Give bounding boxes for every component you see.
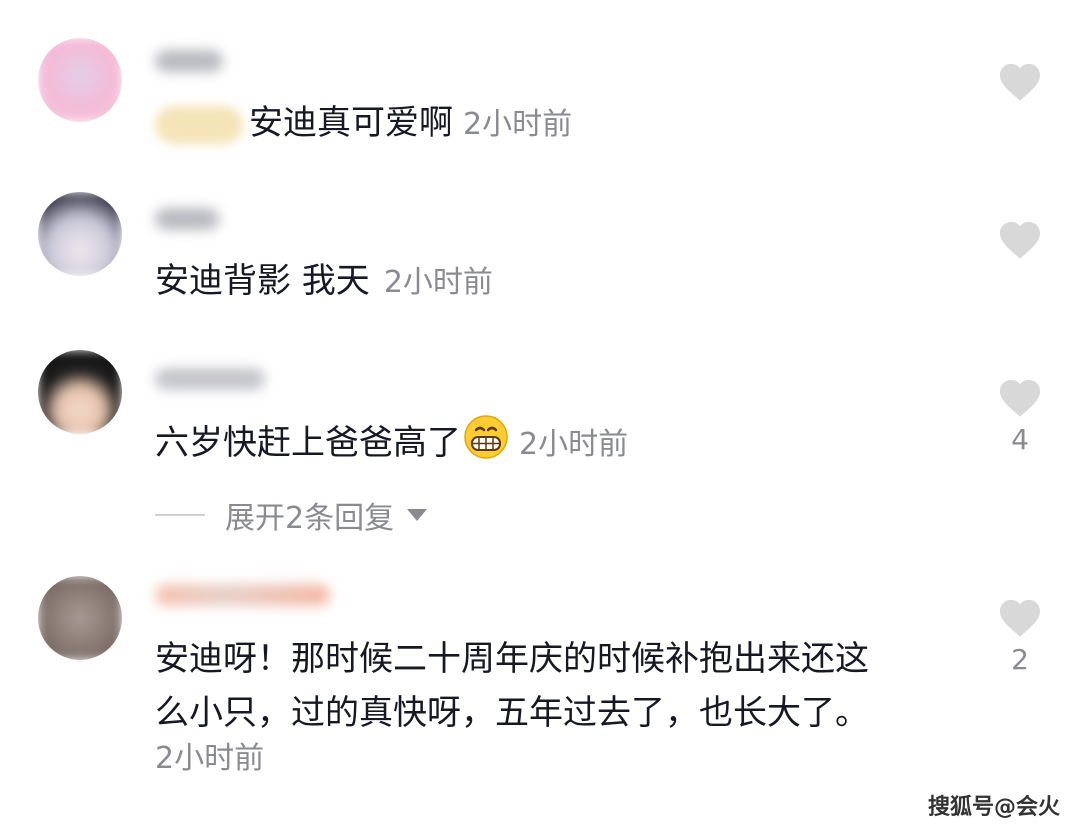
like-button[interactable]: 4: [995, 376, 1045, 456]
comment-time: 2小时前: [155, 741, 265, 776]
comment-text: 安迪背影 我天 2小时前: [155, 261, 493, 301]
like-count: 4: [1011, 423, 1029, 456]
comment-text: 安迪真可爱啊 2小时前: [155, 98, 572, 150]
username-blurred[interactable]: [155, 368, 265, 390]
expand-replies-label: 展开2条回复: [225, 501, 395, 536]
caret-down-icon: [407, 509, 428, 521]
comment-text: 安迪呀！那时候二十周年庆的时候补抱出来还这: [155, 639, 869, 679]
heart-icon: [999, 63, 1041, 101]
grinning-face-icon: [463, 414, 509, 474]
heart-icon: [999, 599, 1041, 637]
avatar[interactable]: [38, 38, 122, 122]
comment-text: 六岁快赶上爸爸高了 2小时前: [155, 414, 628, 474]
like-button[interactable]: 2: [995, 596, 1045, 676]
expand-replies-button[interactable]: 展开2条回复: [155, 492, 428, 538]
like-button[interactable]: [995, 218, 1045, 266]
heart-icon: [999, 379, 1041, 417]
watermark: 搜狐号@会火: [927, 795, 1060, 820]
like-count: 2: [1011, 643, 1029, 676]
heart-icon: [999, 221, 1041, 259]
like-button[interactable]: [995, 60, 1045, 108]
comment-text-continued: 么小只，过的真快呀，五年过去了，也长大了。: [155, 693, 869, 733]
username-blurred[interactable]: [155, 50, 223, 72]
username-blurred[interactable]: [155, 584, 330, 606]
user-badge: [155, 105, 243, 144]
avatar[interactable]: [38, 350, 122, 434]
comment-time: 2小时前: [519, 427, 629, 462]
avatar[interactable]: [38, 192, 122, 276]
comment-time-row: 2小时前: [155, 732, 264, 784]
avatar[interactable]: [38, 576, 122, 660]
divider: [155, 514, 205, 516]
username-blurred[interactable]: [155, 208, 219, 230]
comment-time: 2小时前: [383, 265, 493, 300]
comment-time: 2小时前: [463, 107, 573, 142]
